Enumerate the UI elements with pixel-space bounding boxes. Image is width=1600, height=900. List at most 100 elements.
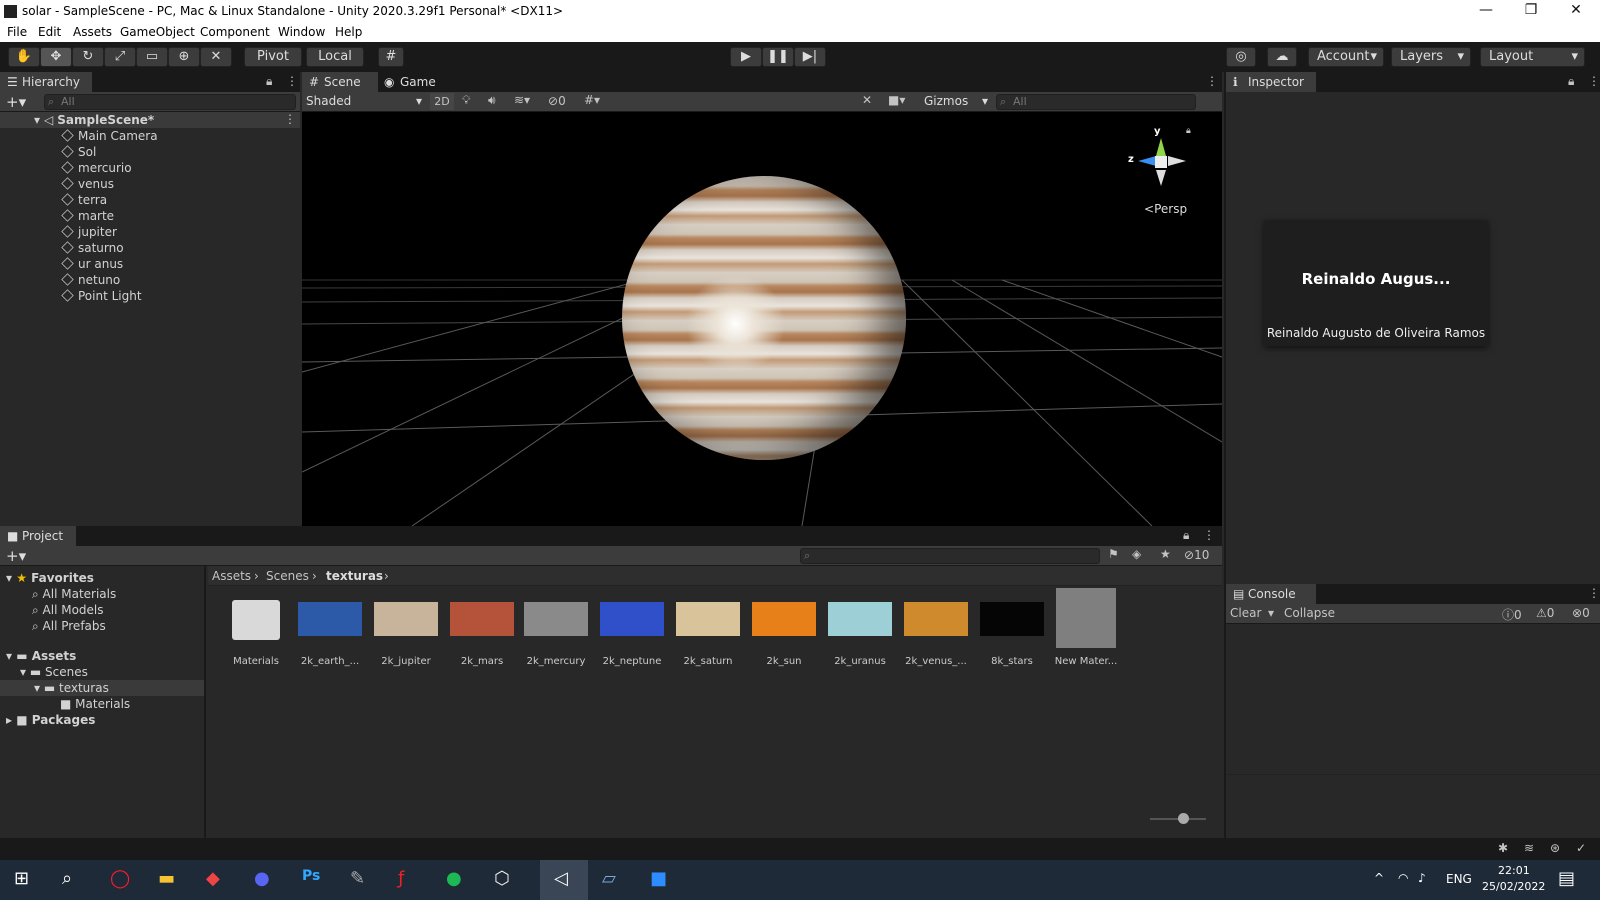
asset-item[interactable]: 2k_uranus	[826, 600, 894, 667]
breadcrumb-scenes[interactable]: Scenes	[266, 569, 309, 583]
star-icon[interactable]: ★	[1160, 547, 1171, 561]
local-toggle[interactable]: Local	[306, 47, 364, 67]
asset-item[interactable]: 2k_earth_...	[296, 600, 364, 667]
scene-root[interactable]: ▾ ◁ SampleScene*	[0, 112, 300, 128]
step-button[interactable]: ▶|	[794, 47, 826, 67]
menu-component[interactable]: Component	[200, 25, 270, 39]
asset-item[interactable]: Materials	[222, 600, 290, 667]
grid-toggle-icon[interactable]: #▾	[584, 93, 600, 107]
warning-count-toggle[interactable]: ⚠0	[1536, 606, 1554, 620]
effects-icon[interactable]: ≋▾	[514, 93, 530, 107]
notifications-icon[interactable]: ▤	[1558, 868, 1575, 889]
chevron-up-icon[interactable]: ^	[1374, 871, 1384, 885]
scene-search-input[interactable]: ⌕ All	[996, 94, 1196, 110]
more-icon[interactable]: ⋮	[1588, 586, 1600, 600]
clear-button[interactable]: Clear	[1230, 606, 1261, 620]
spotify-icon[interactable]: ●	[446, 868, 462, 889]
project-search-input[interactable]: ⌕	[800, 548, 1100, 564]
menu-assets[interactable]: Assets	[73, 25, 112, 39]
visible-count-toggle[interactable]: ⊘10	[1184, 548, 1209, 562]
menu-window[interactable]: Window	[278, 25, 325, 39]
hierarchy-search-input[interactable]: ⌕ All	[44, 94, 296, 110]
cloud-icon[interactable]: ☁	[1267, 47, 1297, 67]
zoom-slider-handle[interactable]	[1178, 813, 1189, 824]
rotate-tool-icon[interactable]: ↻	[72, 47, 104, 67]
asset-item[interactable]: 2k_mercury	[522, 600, 590, 667]
wifi-icon[interactable]: ◠	[1398, 871, 1408, 885]
2d-toggle[interactable]: 2D	[430, 93, 454, 110]
notepad-icon[interactable]: ▱	[602, 868, 616, 889]
tab-inspector[interactable]: ℹ Inspector	[1226, 72, 1316, 92]
list-item[interactable]: ⌕ All Materials	[0, 586, 116, 602]
play-button[interactable]: ▶	[730, 47, 762, 67]
layers-dropdown[interactable]: Layers ▾	[1391, 47, 1471, 67]
more-icon[interactable]: ⋮	[284, 112, 296, 126]
gizmos-dropdown[interactable]: Gizmos ▾	[924, 94, 988, 108]
discord-icon[interactable]: ●	[254, 868, 270, 889]
list-item[interactable]: ⌕ All Models	[0, 602, 104, 618]
lighting-icon[interactable]: 💡︎	[462, 93, 470, 108]
close-button[interactable]: ✕	[1561, 2, 1591, 22]
list-item[interactable]: netuno	[0, 272, 120, 288]
menu-file[interactable]: File	[7, 25, 27, 39]
audio-icon[interactable]: 🔊︎	[488, 93, 496, 108]
asset-item[interactable]: 2k_sun	[750, 600, 818, 667]
list-item[interactable]: Main Camera	[0, 128, 158, 144]
orientation-gizmo[interactable]: y z 🔒︎	[1126, 120, 1196, 190]
info-count-toggle[interactable]: ⓘ0	[1502, 606, 1522, 623]
list-item[interactable]: jupiter	[0, 224, 117, 240]
photoshop-icon[interactable]: Ps	[302, 868, 320, 884]
menu-edit[interactable]: Edit	[38, 25, 61, 39]
chevron-down-icon[interactable]: ▾	[1268, 606, 1274, 620]
paint-icon[interactable]: ✎	[350, 868, 365, 889]
asset-item[interactable]: 2k_venus_...	[902, 600, 970, 667]
label-icon[interactable]: ◈	[1132, 547, 1141, 561]
rect-tool-icon[interactable]: ▭	[136, 47, 168, 67]
lock-icon[interactable]: 🔒︎	[1183, 528, 1189, 543]
materials-folder-item[interactable]: ■ Materials	[0, 696, 130, 712]
tab-game[interactable]: ◉ Game	[378, 72, 448, 92]
search-icon[interactable]: ⌕	[62, 868, 72, 889]
asset-item[interactable]: 2k_mars	[448, 600, 516, 667]
opera-icon[interactable]: ◯	[110, 868, 130, 889]
lock-icon[interactable]: 🔒︎	[1186, 126, 1191, 136]
asset-item[interactable]: 8k_stars	[978, 600, 1046, 667]
scenes-folder-item[interactable]: ▾ ▬ Scenes	[0, 664, 88, 680]
filter-type-icon[interactable]: ⚑	[1108, 547, 1119, 561]
transform-tool-icon[interactable]: ⊕	[168, 47, 200, 67]
camera-icon[interactable]: ■▾	[888, 93, 905, 107]
list-item[interactable]: ur anus	[0, 256, 123, 272]
more-icon[interactable]: ⋮	[286, 74, 298, 88]
asset-item[interactable]: 2k_saturn	[674, 600, 742, 667]
cube-app-icon[interactable]: ◆	[206, 868, 220, 889]
pause-button[interactable]: ❚❚	[762, 47, 794, 67]
custom-tool-icon[interactable]: ✕	[200, 47, 232, 67]
breadcrumb-texturas[interactable]: texturas	[326, 569, 383, 583]
texturas-folder-item[interactable]: ▾ ▬ texturas	[0, 680, 204, 696]
jupiter-sphere[interactable]	[622, 176, 906, 460]
menu-gameobject[interactable]: GameObject	[120, 25, 195, 39]
pivot-toggle[interactable]: Pivot	[244, 47, 302, 67]
add-icon[interactable]: +▾	[6, 547, 26, 565]
unity-hub-icon[interactable]: ⬡	[494, 868, 510, 889]
breadcrumb-assets[interactable]: Assets	[212, 569, 251, 583]
add-icon[interactable]: +▾	[6, 93, 26, 111]
account-dropdown[interactable]: Account ▾	[1308, 47, 1384, 67]
grid-snap-icon[interactable]: #	[378, 47, 404, 67]
lock-icon[interactable]: 🔒︎	[1568, 74, 1574, 89]
layout-dropdown[interactable]: Layout ▾	[1480, 47, 1585, 67]
more-icon[interactable]: ⋮	[1588, 74, 1600, 88]
volume-icon[interactable]: ♪	[1418, 871, 1426, 885]
maximize-button[interactable]: ❐	[1516, 2, 1546, 22]
scene-viewport[interactable]: y z 🔒︎ <Persp	[302, 112, 1222, 526]
file-explorer-icon[interactable]: ▬	[158, 868, 175, 889]
list-item[interactable]: Sol	[0, 144, 96, 160]
tab-scene[interactable]: # Scene	[302, 72, 378, 92]
lock-icon[interactable]: 🔒︎	[266, 74, 272, 89]
bug-icon[interactable]: ✱	[1498, 841, 1508, 855]
asset-item[interactable]: New Mater...	[1052, 588, 1120, 667]
asset-item[interactable]: 2k_jupiter	[372, 600, 440, 667]
check-icon[interactable]: ✓	[1576, 841, 1586, 855]
list-item[interactable]: Point Light	[0, 288, 142, 304]
list-item[interactable]: marte	[0, 208, 114, 224]
